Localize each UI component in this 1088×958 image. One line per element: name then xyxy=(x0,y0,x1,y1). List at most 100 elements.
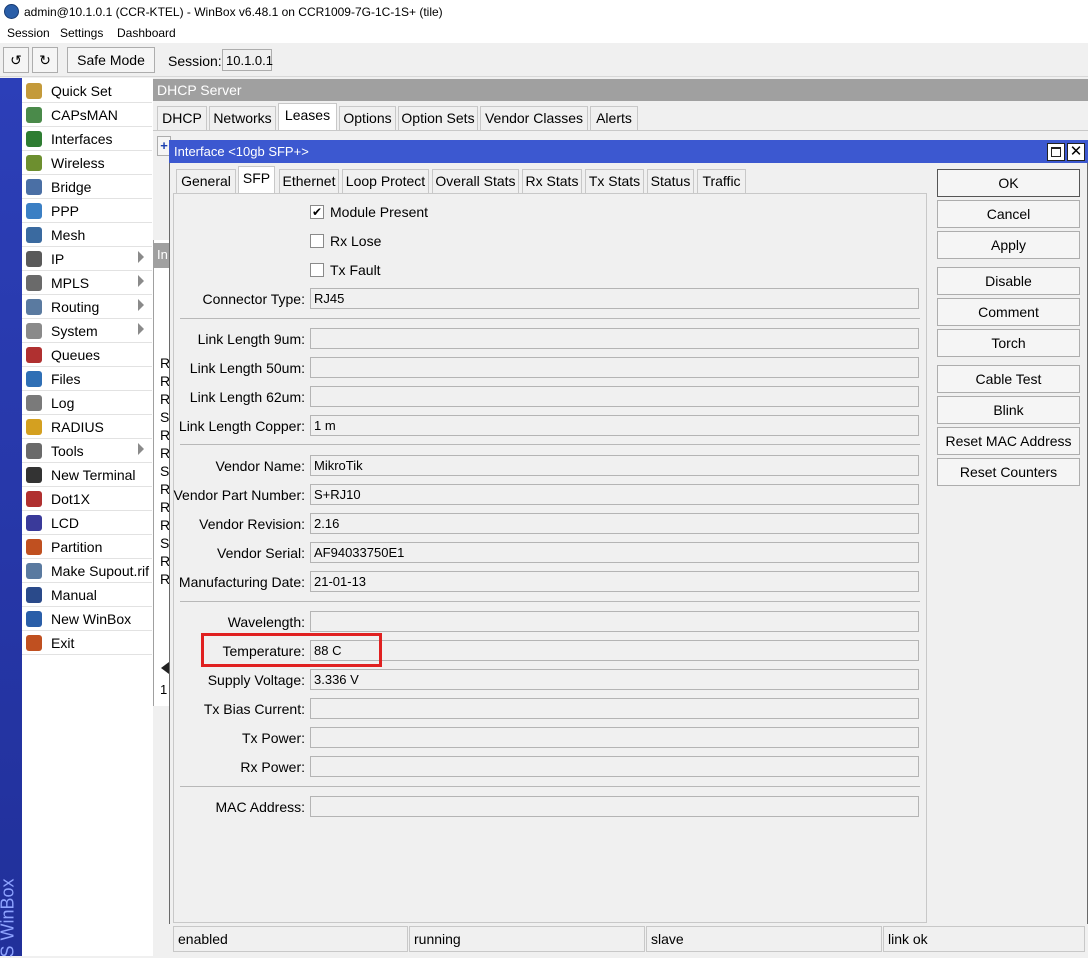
sidebar-item-mesh[interactable]: Mesh xyxy=(22,223,152,247)
sidebar-item-lcd[interactable]: LCD xyxy=(22,511,152,535)
sidebar-item-files[interactable]: Files xyxy=(22,367,152,391)
tab-traffic[interactable]: Traffic xyxy=(697,169,746,193)
sidebar-item-queues[interactable]: Queues xyxy=(22,343,152,367)
tab-alerts[interactable]: Alerts xyxy=(590,106,638,130)
reset-mac-address-button[interactable]: Reset MAC Address xyxy=(937,427,1080,455)
status-link: link ok xyxy=(883,926,1085,952)
sidebar-item-interfaces[interactable]: Interfaces xyxy=(22,127,152,151)
antenna-icon xyxy=(26,107,42,123)
sidebar-item-label: Bridge xyxy=(51,179,92,195)
ok-button[interactable]: OK xyxy=(937,169,1080,197)
tab-option-sets[interactable]: Option Sets xyxy=(398,106,478,130)
safe-mode-button[interactable]: Safe Mode xyxy=(67,47,155,73)
tab-sfp[interactable]: SFP xyxy=(238,166,275,193)
maximize-icon xyxy=(1051,147,1061,157)
separator xyxy=(180,444,920,445)
tab-options[interactable]: Options xyxy=(339,106,396,130)
app-title: admin@10.1.0.1 (CCR-KTEL) - WinBox v6.48… xyxy=(24,5,443,19)
torch-button[interactable]: Torch xyxy=(937,329,1080,357)
undo-button[interactable]: ↺ xyxy=(3,47,29,73)
sidebar-item-make-supout-rif[interactable]: Make Supout.rif xyxy=(22,559,152,583)
sidebar-item-dot1x[interactable]: Dot1X xyxy=(22,487,152,511)
sidebar-item-radius[interactable]: RADIUS xyxy=(22,415,152,439)
ip-icon xyxy=(26,251,42,267)
tab-loop-protect[interactable]: Loop Protect xyxy=(342,169,429,193)
sidebar-item-routing[interactable]: Routing xyxy=(22,295,152,319)
apply-button[interactable]: Apply xyxy=(937,231,1080,259)
log-icon xyxy=(26,395,42,411)
vendor-part-number-field: S+RJ10 xyxy=(310,484,919,505)
status-enabled: enabled xyxy=(173,926,408,952)
tab-rx-stats[interactable]: Rx Stats xyxy=(522,169,582,193)
vendor-name-field: MikroTik xyxy=(310,455,919,476)
maximize-button[interactable] xyxy=(1047,143,1065,161)
sidebar-item-bridge[interactable]: Bridge xyxy=(22,175,152,199)
sidebar-item-label: Quick Set xyxy=(51,83,112,99)
submenu-arrow-icon xyxy=(138,443,144,455)
sidebar-item-label: Manual xyxy=(51,587,97,603)
wavelength-field xyxy=(310,611,919,632)
menu-session[interactable]: Session xyxy=(7,26,50,40)
lcd-icon xyxy=(26,515,42,531)
sidebar-item-ppp[interactable]: PPP xyxy=(22,199,152,223)
mpls-icon xyxy=(26,275,42,291)
connector-type-field: RJ45 xyxy=(310,288,919,309)
close-button[interactable]: ✕ xyxy=(1067,143,1085,161)
sidebar-item-mpls[interactable]: MPLS xyxy=(22,271,152,295)
manufacturing-date-label: Manufacturing Date: xyxy=(178,574,305,590)
sidebar-item-exit[interactable]: Exit xyxy=(22,631,152,655)
cancel-button[interactable]: Cancel xyxy=(937,200,1080,228)
status-running: running xyxy=(409,926,645,952)
sidebar-item-partition[interactable]: Partition xyxy=(22,535,152,559)
reset-counters-button[interactable]: Reset Counters xyxy=(937,458,1080,486)
rx-power-label: Rx Power: xyxy=(240,759,305,775)
tab-dhcp[interactable]: DHCP xyxy=(157,106,207,130)
mac-address-field xyxy=(310,796,919,817)
link-length-62um-label: Link Length 62um: xyxy=(189,389,305,405)
sidebar-item-quick-set[interactable]: Quick Set xyxy=(22,79,152,103)
tab-overall-stats[interactable]: Overall Stats xyxy=(432,169,519,193)
sidebar-item-capsman[interactable]: CAPsMAN xyxy=(22,103,152,127)
interface-window-titlebar[interactable]: Interface <10gb SFP+> xyxy=(169,140,1088,163)
sidebar-item-label: Log xyxy=(51,395,75,411)
sidebar-item-ip[interactable]: IP xyxy=(22,247,152,271)
cable-test-button[interactable]: Cable Test xyxy=(937,365,1080,393)
sidebar-item-label: Partition xyxy=(51,539,103,555)
disable-button[interactable]: Disable xyxy=(937,267,1080,295)
vendor-serial-label: Vendor Serial: xyxy=(217,545,305,561)
tab-general[interactable]: General xyxy=(176,169,236,193)
menu-dashboard[interactable]: Dashboard xyxy=(117,26,176,40)
sidebar-item-label: PPP xyxy=(51,203,80,219)
tab-tx-stats[interactable]: Tx Stats xyxy=(585,169,644,193)
tab-networks[interactable]: Networks xyxy=(209,106,276,130)
comment-button[interactable]: Comment xyxy=(937,298,1080,326)
redo-button[interactable]: ↻ xyxy=(32,47,58,73)
sidebar-item-tools[interactable]: Tools xyxy=(22,439,152,463)
sidebar-brand: S WinBox xyxy=(0,878,18,957)
tab-leases[interactable]: Leases xyxy=(278,103,337,130)
tab-status[interactable]: Status xyxy=(647,169,694,193)
sidebar-item-manual[interactable]: Manual xyxy=(22,583,152,607)
interface-list-row-fragment: S xyxy=(160,409,170,425)
scroll-left-icon[interactable] xyxy=(161,662,169,674)
sidebar-item-log[interactable]: Log xyxy=(22,391,152,415)
link-length-62um-field xyxy=(310,386,919,407)
mac-address-label: MAC Address: xyxy=(215,799,305,815)
sidebar-item-label: IP xyxy=(51,251,65,267)
sidebar-item-label: Dot1X xyxy=(51,491,90,507)
sidebar-item-label: Make Supout.rif xyxy=(51,563,150,579)
sidebar-item-label: New WinBox xyxy=(51,611,132,627)
sidebar-item-new-terminal[interactable]: New Terminal xyxy=(22,463,152,487)
rx-lose-checkbox[interactable] xyxy=(310,234,324,248)
blink-button[interactable]: Blink xyxy=(937,396,1080,424)
tab-vendor-classes[interactable]: Vendor Classes xyxy=(480,106,588,130)
menu-settings[interactable]: Settings xyxy=(60,26,103,40)
module-present-label: Module Present xyxy=(330,204,429,220)
module-present-checkbox[interactable]: ✔ xyxy=(310,205,324,219)
sidebar-item-new-winbox[interactable]: New WinBox xyxy=(22,607,152,631)
sidebar-item-system[interactable]: System xyxy=(22,319,152,343)
tx-fault-checkbox[interactable] xyxy=(310,263,324,277)
tab-ethernet[interactable]: Ethernet xyxy=(279,169,339,193)
partition-icon xyxy=(26,539,42,555)
sidebar-item-wireless[interactable]: Wireless xyxy=(22,151,152,175)
